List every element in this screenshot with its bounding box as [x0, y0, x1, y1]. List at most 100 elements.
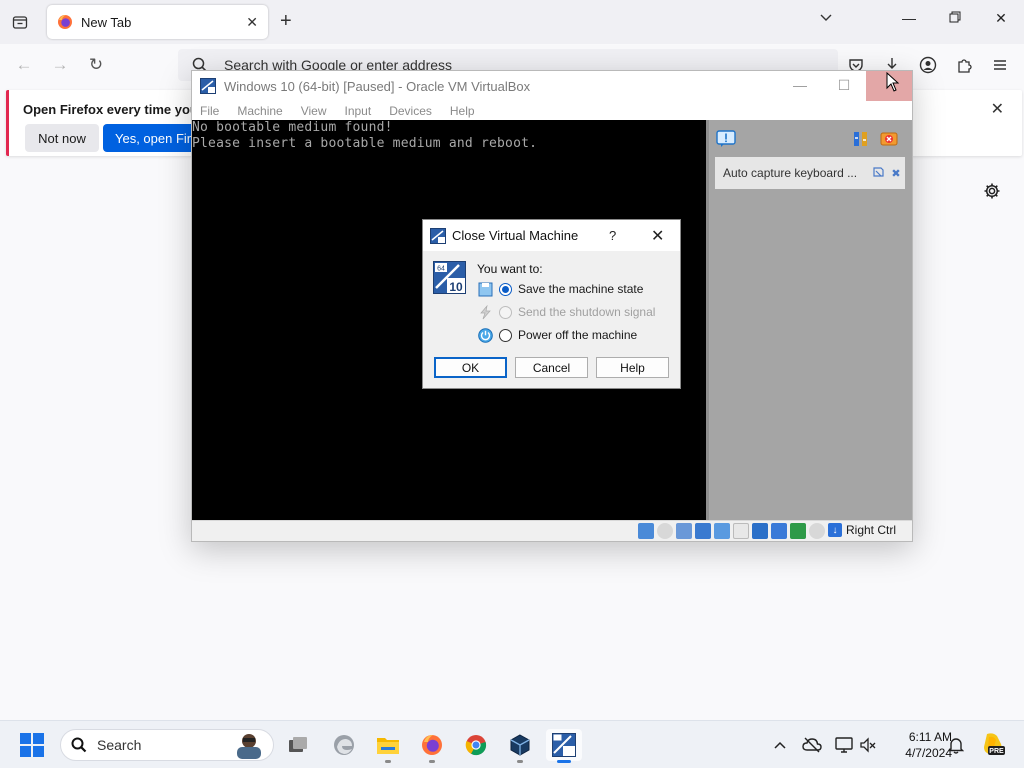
mouse-integration-icon[interactable]: [809, 523, 825, 539]
hard-disk-icon[interactable]: [638, 523, 654, 539]
network-tray-button[interactable]: [834, 735, 854, 755]
audio-icon[interactable]: [676, 523, 692, 539]
task-view-icon: [289, 737, 307, 752]
usb-icon[interactable]: [714, 523, 730, 539]
app-menu-button[interactable]: [988, 53, 1012, 77]
new-tab-settings-button[interactable]: [983, 182, 1001, 205]
menu-view[interactable]: View: [301, 104, 327, 118]
optical-drive-icon[interactable]: [657, 523, 673, 539]
chrome-icon: [465, 735, 487, 756]
edge-button[interactable]: [326, 729, 362, 761]
notification-icon: [716, 130, 736, 147]
restore-button[interactable]: [943, 10, 967, 26]
notice-close-icon[interactable]: ✕: [991, 99, 1004, 119]
windows10-64bit-os-icon: 64 10: [433, 261, 466, 294]
system-clock[interactable]: 6:11 AM 4/7/2024: [884, 729, 952, 761]
volume-tray-button[interactable]: [858, 735, 878, 755]
account-button[interactable]: [916, 53, 940, 77]
gear-icon: [984, 183, 1000, 199]
menu-file[interactable]: File: [200, 104, 219, 118]
firefox-icon: [422, 735, 442, 755]
host-key-indicator[interactable]: ↓ Right Ctrl: [828, 523, 896, 537]
search-label: Search: [97, 737, 142, 753]
chrome-button[interactable]: [458, 729, 494, 761]
vm-menu-bar: File Machine View Input Devices Help: [192, 101, 912, 120]
svg-text:10: 10: [449, 280, 463, 294]
chevron-up-icon: [774, 741, 786, 749]
file-explorer-icon: [377, 738, 399, 754]
minimize-button[interactable]: —: [897, 10, 921, 26]
start-button[interactable]: [20, 733, 44, 757]
ethernet-monitor-icon: [835, 737, 853, 753]
vm-maximize-button[interactable]: ☐: [832, 77, 856, 94]
copilot-button[interactable]: PRE: [980, 731, 1006, 757]
volume-muted-icon: [860, 737, 876, 753]
onedrive-tray-button[interactable]: [802, 735, 822, 755]
option-save-state[interactable]: Save the machine state: [477, 279, 643, 299]
vm-minimize-button[interactable]: —: [788, 77, 812, 93]
vm-windows10-taskbar-button[interactable]: [546, 729, 582, 763]
dialog-prompt: You want to:: [477, 262, 543, 276]
svg-text:PRE: PRE: [989, 748, 1004, 755]
list-all-tabs-icon[interactable]: [814, 10, 838, 27]
search-highlight-icon: [237, 734, 261, 759]
close-virtual-machine-dialog: Close Virtual Machine ? ✕ 64 10 You want…: [422, 219, 681, 389]
help-button[interactable]: Help: [596, 357, 669, 378]
extensions-button[interactable]: [952, 53, 976, 77]
vm-windows10-icon: [430, 227, 446, 244]
new-tab-button[interactable]: +: [280, 11, 292, 31]
tab-list-button[interactable]: [8, 10, 32, 34]
vm-close-button[interactable]: [866, 71, 912, 101]
dialog-help-button[interactable]: ?: [609, 228, 616, 243]
virtualbox-button[interactable]: [502, 729, 538, 763]
notification-clear-button[interactable]: [878, 129, 900, 149]
save-state-radio[interactable]: [499, 282, 512, 296]
clock-time: 6:11 AM: [908, 730, 952, 744]
cancel-button[interactable]: Cancel: [515, 357, 588, 378]
console-line: No bootable medium found!: [192, 120, 393, 135]
windows-taskbar: Search 6:11 AM 4/7/2024 PRE: [0, 720, 1024, 768]
close-window-button[interactable]: ✕: [989, 10, 1013, 27]
dismiss-notification-icon[interactable]: ✖: [887, 167, 905, 180]
tab-list-icon: [12, 16, 28, 29]
not-now-button[interactable]: Not now: [25, 124, 99, 152]
option-power-off[interactable]: Power off the machine: [477, 325, 637, 345]
notifications-button[interactable]: [946, 735, 966, 755]
firefox-tab-bar: New Tab ✕ + — ✕: [0, 0, 1024, 44]
account-icon: [919, 56, 937, 74]
notification-sort-button[interactable]: [850, 129, 872, 149]
menu-devices[interactable]: Devices: [389, 104, 432, 118]
forward-button[interactable]: →: [48, 53, 72, 77]
shutdown-signal-icon: [477, 304, 493, 320]
puzzle-icon: [958, 59, 972, 73]
reload-button[interactable]: ↻: [84, 53, 108, 77]
shared-folders-icon[interactable]: [733, 523, 749, 539]
show-hidden-icons-button[interactable]: [770, 735, 790, 755]
tab-new-tab[interactable]: New Tab ✕: [47, 5, 268, 39]
menu-help[interactable]: Help: [450, 104, 475, 118]
display-icon[interactable]: [752, 523, 768, 539]
file-explorer-button[interactable]: [370, 729, 406, 763]
close-tab-icon[interactable]: ✕: [246, 14, 258, 31]
cpu-icon[interactable]: [790, 523, 806, 539]
copilot-icon: PRE: [984, 733, 1005, 755]
back-button[interactable]: ←: [12, 53, 36, 77]
dialog-close-button[interactable]: ✕: [651, 226, 664, 246]
recording-icon[interactable]: [771, 523, 787, 539]
power-off-radio[interactable]: [499, 328, 512, 342]
menu-machine[interactable]: Machine: [237, 104, 282, 118]
task-view-button[interactable]: [280, 729, 316, 761]
notification-item[interactable]: Auto capture keyboard ... ✖: [715, 157, 905, 189]
ok-button[interactable]: OK: [434, 357, 507, 378]
hamburger-menu-icon: [994, 60, 1006, 70]
menu-input[interactable]: Input: [345, 104, 372, 118]
vm-windows10-icon: [552, 733, 576, 757]
firefox-button[interactable]: [414, 729, 450, 763]
dialog-title-bar[interactable]: Close Virtual Machine: [423, 220, 680, 251]
do-not-show-again-icon[interactable]: [869, 166, 887, 180]
sort-icon: [854, 132, 867, 146]
network-icon[interactable]: [695, 523, 711, 539]
vm-windows10-icon: [200, 78, 216, 94]
notification-center-button[interactable]: [715, 129, 737, 149]
taskbar-search[interactable]: Search: [60, 729, 274, 761]
